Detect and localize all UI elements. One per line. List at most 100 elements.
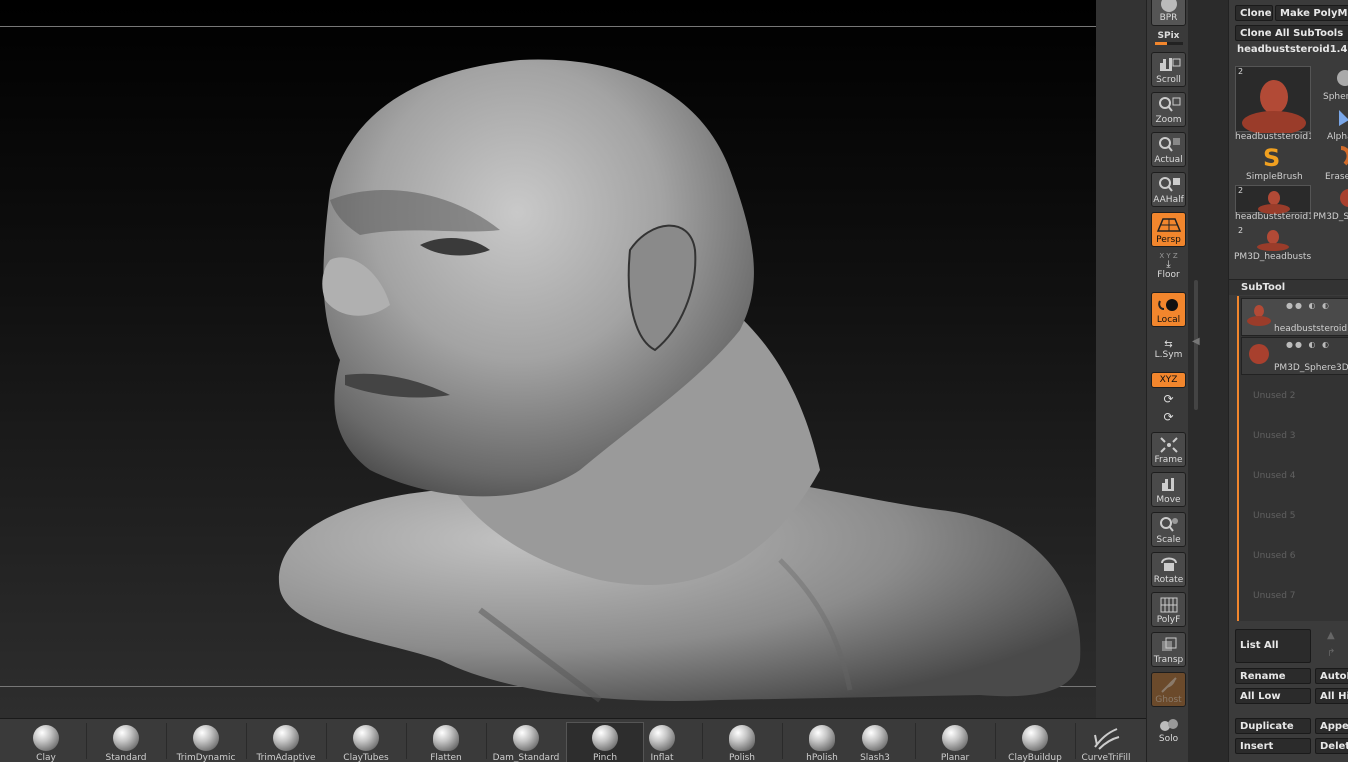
- subtool-item-sphere[interactable]: ●● ◐ ◐ PM3D_Sphere3D: [1241, 337, 1348, 375]
- solo-button[interactable]: Solo: [1151, 716, 1186, 744]
- pm3d-bust-icon: [1257, 230, 1289, 251]
- brush-label: Planar: [940, 753, 970, 762]
- lsym-button[interactable]: ⇆ L.Sym: [1151, 340, 1186, 361]
- ghost-feather-icon: [1152, 675, 1185, 695]
- brush-flatten[interactable]: Flatten: [406, 725, 486, 762]
- tool-thumb-eraserbrush[interactable]: [1329, 144, 1348, 170]
- list-all-button[interactable]: List All: [1235, 629, 1311, 663]
- zoom-button[interactable]: Zoom: [1151, 92, 1186, 127]
- aahalf-magnifier-icon: [1152, 175, 1185, 195]
- tool-palette: Clone Make PolyMesh3D Clone All SubTools…: [1228, 0, 1348, 762]
- transp-button[interactable]: Transp: [1151, 632, 1186, 667]
- tool-thumb-simplebrush[interactable]: S: [1259, 144, 1289, 172]
- scroll-button[interactable]: Scroll: [1151, 52, 1186, 87]
- persp-label: Persp: [1156, 235, 1181, 245]
- brush-slash3[interactable]: Slash3: [835, 725, 915, 762]
- brush-claytubes[interactable]: ClayTubes: [326, 725, 406, 762]
- rotate-y-axis-button[interactable]: ⟳: [1151, 392, 1186, 406]
- local-orbit-icon: [1152, 295, 1185, 315]
- brush-planar[interactable]: Planar: [915, 725, 995, 762]
- delete-button[interactable]: Delete: [1315, 738, 1348, 754]
- brush-polish[interactable]: Polish: [702, 725, 782, 762]
- rename-button[interactable]: Rename: [1235, 668, 1311, 684]
- subtool-slot-unused[interactable]: Unused 6: [1253, 551, 1296, 561]
- ghost-button[interactable]: Ghost: [1151, 672, 1186, 707]
- subtool-slot-unused[interactable]: Unused 3: [1253, 431, 1296, 441]
- tool-thumb-headbust-large[interactable]: [1235, 66, 1311, 135]
- magnifier-icon: [1152, 95, 1185, 115]
- actual-button[interactable]: Actual: [1151, 132, 1186, 167]
- spix-slider-track[interactable]: [1154, 42, 1183, 45]
- subtool-item-headbust[interactable]: ●● ◐ ◐ headbuststeroid1: [1241, 298, 1348, 336]
- brush-label: ClayTubes: [343, 753, 389, 762]
- floor-label: Floor: [1157, 270, 1180, 280]
- rotate-z-icon: ⟳: [1163, 410, 1174, 424]
- insert-button[interactable]: Insert: [1235, 738, 1311, 754]
- brush-trimdynamic[interactable]: TrimDynamic: [166, 725, 246, 762]
- spix-slider[interactable]: SPix: [1151, 31, 1186, 45]
- brush-dam-standard[interactable]: Dam_Standard: [486, 725, 566, 762]
- subtool-slot-unused[interactable]: Unused 7: [1253, 591, 1296, 601]
- all-low-button[interactable]: All Low: [1235, 688, 1311, 704]
- brush-label: Standard: [105, 753, 147, 762]
- dam-standard-brush-icon: [513, 725, 539, 751]
- rotate-label: Rotate: [1153, 575, 1184, 585]
- brush-clay[interactable]: Clay: [6, 725, 86, 762]
- subtool-slot-unused[interactable]: Unused 5: [1253, 511, 1296, 521]
- sculpt-model-bust[interactable]: [0, 0, 1096, 718]
- make-polymesh-button[interactable]: Make PolyMesh3D: [1275, 5, 1348, 21]
- rotate-button[interactable]: Rotate: [1151, 552, 1186, 587]
- tool-thumb-pm3d-sphere[interactable]: [1333, 185, 1348, 211]
- brush-trimadaptive[interactable]: TrimAdaptive: [246, 725, 326, 762]
- brush-curvetrifill[interactable]: CurveTriFill: [1066, 725, 1146, 762]
- duplicate-button[interactable]: Duplicate: [1235, 718, 1311, 734]
- brush-claybuildup[interactable]: ClayBuildup: [995, 725, 1075, 762]
- xyz-button[interactable]: XYZ: [1151, 372, 1186, 388]
- scroll-label: Scroll: [1156, 75, 1181, 85]
- persp-button[interactable]: Persp: [1151, 212, 1186, 247]
- clone-all-label: Clone All SubTools: [1240, 28, 1344, 39]
- subtool-visibility-toggles-icon[interactable]: ●● ◐ ◐: [1286, 340, 1331, 349]
- bpr-render-button[interactable]: BPR: [1151, 0, 1186, 26]
- tray-collapse-arrow-icon[interactable]: ◀: [1192, 336, 1200, 347]
- autoreorder-label: AutoReorder: [1320, 671, 1348, 682]
- rotate-z-axis-button[interactable]: ⟳: [1151, 410, 1186, 424]
- subtool-item-name: PM3D_Sphere3D: [1274, 363, 1348, 373]
- autoreorder-button[interactable]: AutoReorder: [1315, 668, 1348, 684]
- clone-button[interactable]: Clone: [1235, 5, 1273, 21]
- aahalf-button[interactable]: AAHalf: [1151, 172, 1186, 207]
- subtool-slot-unused[interactable]: Unused 2: [1253, 391, 1296, 401]
- bpr-sphere-icon: [1152, 0, 1185, 13]
- brush-inflat[interactable]: Inflat: [622, 725, 702, 762]
- subtool-header[interactable]: SubTool: [1229, 279, 1348, 295]
- spix-label: SPix: [1157, 31, 1180, 41]
- rename-label: Rename: [1240, 671, 1286, 682]
- polyf-button[interactable]: PolyF: [1151, 592, 1186, 627]
- local-button[interactable]: Local: [1151, 292, 1186, 327]
- move-up-arrow-icon[interactable]: ▲: [1327, 630, 1335, 641]
- subtool-visibility-toggles-icon[interactable]: ●● ◐ ◐: [1286, 301, 1331, 310]
- insert-label: Insert: [1240, 741, 1274, 752]
- canvas-viewport[interactable]: [0, 0, 1096, 718]
- all-high-button[interactable]: All High: [1315, 688, 1348, 704]
- subtool-bust-thumb-icon: [1247, 305, 1271, 326]
- tool-thumb-headbust-small[interactable]: [1235, 185, 1311, 214]
- tool-thumb-count: 2: [1238, 186, 1244, 195]
- brush-shelf: Clay Standard TrimDynamic TrimAdaptive C…: [0, 718, 1146, 762]
- claytubes-brush-icon: [353, 725, 379, 751]
- tool-thumb-pm3d-headbust[interactable]: [1235, 225, 1311, 251]
- move-button[interactable]: Move: [1151, 472, 1186, 507]
- svg-text:S: S: [1263, 144, 1280, 170]
- scale-button[interactable]: Scale: [1151, 512, 1186, 547]
- brush-standard[interactable]: Standard: [86, 725, 166, 762]
- move-down-arrow-icon[interactable]: ↱: [1327, 648, 1335, 659]
- frame-button[interactable]: Frame: [1151, 432, 1186, 467]
- brush-label: ClayBuildup: [1008, 753, 1062, 762]
- tool-thumb-label: Sphere: [1323, 92, 1348, 102]
- floor-button[interactable]: X Y Z ⤓ Floor: [1151, 252, 1186, 280]
- solo-label: Solo: [1158, 734, 1179, 744]
- clone-all-subtools-button[interactable]: Clone All SubTools: [1235, 25, 1348, 41]
- append-button[interactable]: Append: [1315, 718, 1348, 734]
- subtool-slot-unused[interactable]: Unused 4: [1253, 471, 1296, 481]
- brush-label: Inflat: [650, 753, 674, 762]
